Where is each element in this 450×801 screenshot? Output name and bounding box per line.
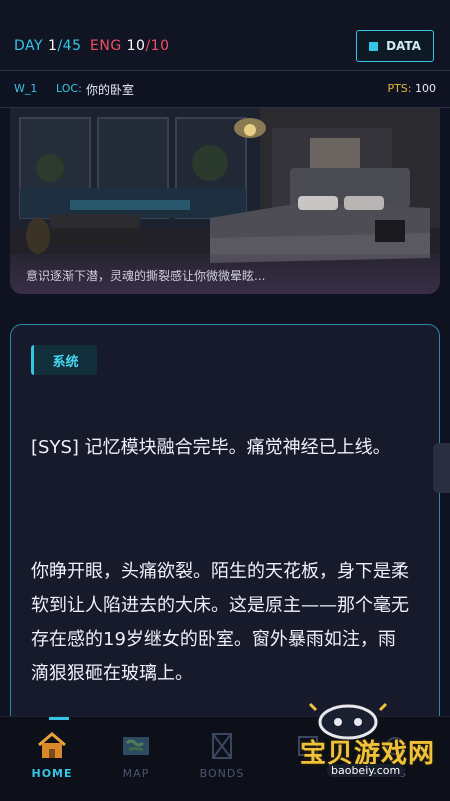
points-value: 100: [415, 82, 436, 95]
nav-home-label: HOME: [31, 767, 73, 780]
points-display: PTS: 100: [387, 82, 436, 95]
energy-current: 10: [126, 38, 146, 54]
square-icon: [369, 41, 379, 51]
home-icon: [38, 732, 66, 758]
data-button[interactable]: DATA: [356, 30, 434, 62]
map-icon: [123, 737, 149, 755]
nav-bonds[interactable]: BONDS: [177, 717, 267, 801]
side-drawer-handle[interactable]: [433, 443, 450, 493]
scene-image: 意识逐渐下潜，灵魂的撕裂感让你微微晕眩...: [10, 108, 440, 294]
day-total: /45: [57, 38, 82, 54]
energy-label: ENG: [90, 38, 122, 54]
location-label: LOC:: [56, 82, 82, 95]
story-paragraph: [SYS] 记忆模块融合完毕。痛觉神经已上线。: [31, 437, 391, 458]
location-value: 你的卧室: [86, 83, 135, 97]
location-bar: W_1 LOC: 你的卧室 PTS: 100: [0, 71, 450, 107]
bonds-icon: [212, 733, 232, 759]
nav-map-label: MAP: [122, 767, 150, 780]
nav-bonds-label: BONDS: [199, 767, 245, 780]
world-label: W_1: [14, 82, 38, 95]
points-label: PTS:: [387, 82, 412, 95]
watermark-url: baobeiy.com: [327, 764, 405, 777]
nav-map[interactable]: MAP: [91, 717, 181, 801]
scene-caption-text: 意识逐渐下潜，灵魂的撕裂感让你微微晕眩...: [26, 269, 266, 283]
story-paragraph: 你睁开眼，头痛欲裂。陌生的天花板，身下是柔软到让人陷进去的大床。这是原主——那个…: [31, 561, 409, 684]
story-panel: 系统 [SYS] 记忆模块融合完毕。痛觉神经已上线。 你睁开眼，头痛欲裂。陌生的…: [10, 324, 440, 744]
day-label: DAY: [14, 38, 44, 54]
status-bar: DAY 1/45 ENG 10/10 DATA: [0, 0, 450, 70]
speaker-tag: 系统: [31, 345, 97, 375]
day-counter: DAY 1/45: [14, 38, 81, 54]
energy-total: /10: [145, 38, 170, 54]
nav-home[interactable]: HOME: [7, 717, 97, 801]
data-button-label: DATA: [386, 39, 421, 53]
energy-counter: ENG 10/10: [90, 38, 169, 54]
scene-caption: 意识逐渐下潜，灵魂的撕裂感让你微微晕眩...: [10, 254, 440, 294]
active-indicator: [49, 717, 69, 720]
